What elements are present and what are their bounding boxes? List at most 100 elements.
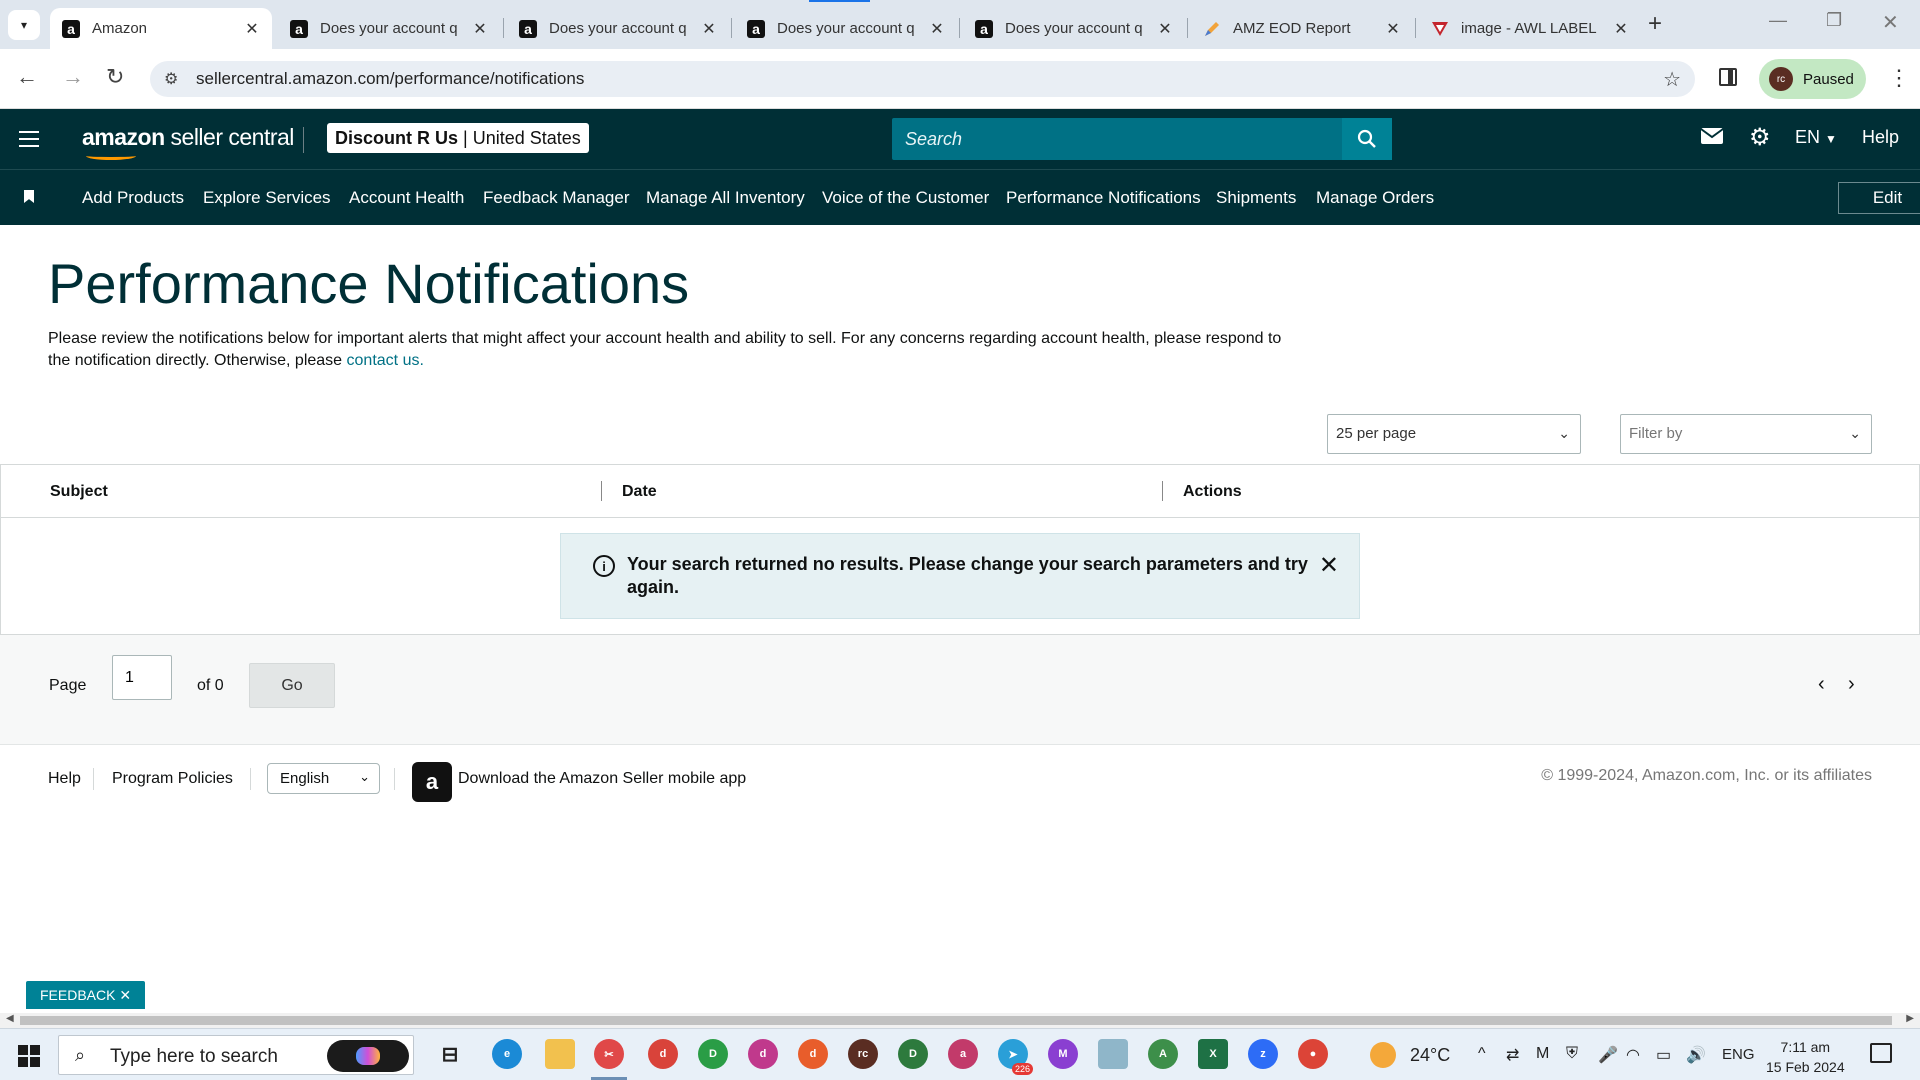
tab-search-button[interactable]: ▾ <box>8 10 40 40</box>
bookmark-star-icon[interactable]: ☆ <box>1663 67 1681 92</box>
volume-icon[interactable]: 🔊 <box>1686 1045 1706 1065</box>
previous-page-icon[interactable]: ‹ <box>1818 673 1825 696</box>
side-panel-icon[interactable] <box>1719 68 1737 86</box>
nav-shipments[interactable]: Shipments <box>1216 188 1296 208</box>
tab-amazon[interactable]: a Amazon ✕ <box>50 8 272 49</box>
new-tab-icon[interactable]: + <box>1648 10 1662 38</box>
next-page-icon[interactable]: › <box>1848 673 1855 696</box>
column-actions[interactable]: Actions <box>1183 483 1242 501</box>
help-link[interactable]: Help <box>1862 127 1899 148</box>
footer-language-select[interactable]: English ⌄ <box>267 763 380 794</box>
chrome-profile-icon[interactable]: d <box>798 1039 828 1069</box>
battery-icon[interactable]: ▭ <box>1656 1045 1671 1065</box>
tab-does-your-account-3[interactable]: a Does your account q ✕ <box>735 8 957 49</box>
close-tab-icon[interactable]: ✕ <box>925 19 949 39</box>
store-switcher[interactable]: Discount R Us | United States <box>327 123 589 153</box>
tab-does-your-account-2[interactable]: a Does your account q ✕ <box>507 8 729 49</box>
chrome-profile-icon[interactable]: a <box>948 1039 978 1069</box>
seller-app-icon[interactable]: a <box>412 762 452 802</box>
search-button[interactable] <box>1342 118 1392 160</box>
app-icon[interactable] <box>1098 1039 1128 1069</box>
hamburger-menu-icon[interactable] <box>19 131 39 147</box>
close-tab-icon[interactable]: ✕ <box>697 19 721 39</box>
scroll-left-icon[interactable]: ◀ <box>6 1013 14 1024</box>
mail-icon[interactable] <box>1700 125 1724 151</box>
profile-button[interactable]: rc Paused <box>1759 59 1866 99</box>
scrollbar-thumb[interactable] <box>20 1016 1892 1025</box>
gmail-icon[interactable]: M <box>1536 1045 1549 1063</box>
page-number-input[interactable] <box>112 655 172 700</box>
search-input[interactable]: Search <box>892 118 1392 160</box>
column-divider[interactable] <box>1162 481 1163 501</box>
snipping-tool-icon[interactable]: ✂ <box>594 1039 624 1069</box>
task-view-icon[interactable]: ⊟ <box>435 1039 465 1069</box>
back-icon[interactable]: ← <box>16 64 38 90</box>
close-tab-icon[interactable]: ✕ <box>1153 19 1177 39</box>
column-divider[interactable] <box>601 481 602 501</box>
edge-icon[interactable]: e <box>492 1039 522 1069</box>
download-app-link[interactable]: Download the Amazon Seller mobile app <box>458 770 746 788</box>
chrome-profile-icon[interactable]: d <box>748 1039 778 1069</box>
close-icon[interactable]: ✕ <box>1319 551 1339 580</box>
close-tab-icon[interactable]: ✕ <box>468 19 492 39</box>
nav-feedback-manager[interactable]: Feedback Manager <box>483 188 629 208</box>
notification-center-icon[interactable] <box>1870 1043 1892 1063</box>
microphone-icon[interactable]: 🎤 <box>1598 1045 1618 1065</box>
url-field[interactable]: ⚙ sellercentral.amazon.com/performance/n… <box>150 61 1695 97</box>
filter-by-select[interactable]: Filter by ⌄ <box>1620 414 1872 454</box>
chrome-profile-icon[interactable]: D <box>898 1039 928 1069</box>
contact-us-link[interactable]: contact us. <box>347 352 424 369</box>
minimize-icon[interactable]: — <box>1769 10 1787 31</box>
chrome-profile-icon[interactable]: A <box>1148 1039 1178 1069</box>
security-icon[interactable]: ⛨ <box>1566 1045 1578 1063</box>
nav-explore-services[interactable]: Explore Services <box>203 188 331 208</box>
tab-does-your-account-1[interactable]: a Does your account q ✕ <box>278 8 500 49</box>
seller-central-logo[interactable]: amazon seller central <box>82 124 294 151</box>
reload-icon[interactable]: ↻ <box>106 64 124 90</box>
feedback-button[interactable]: FEEDBACK ✕ <box>26 981 146 1009</box>
temperature[interactable]: 24°C <box>1410 1045 1450 1066</box>
tab-amz-eod-report[interactable]: AMZ EOD Report ✕ <box>1191 8 1413 49</box>
wifi-icon[interactable]: ◠ <box>1626 1045 1640 1065</box>
close-tab-icon[interactable]: ✕ <box>1609 19 1633 39</box>
taskbar-search-input[interactable]: ⌕ Type here to search <box>58 1035 414 1075</box>
weather-icon[interactable] <box>1370 1042 1396 1068</box>
tab-does-your-account-4[interactable]: a Does your account q ✕ <box>963 8 1185 49</box>
column-subject[interactable]: Subject <box>50 483 108 501</box>
nav-add-products[interactable]: Add Products <box>82 188 184 208</box>
file-explorer-icon[interactable] <box>545 1039 575 1069</box>
site-settings-icon[interactable]: ⚙ <box>164 69 178 89</box>
language-selector[interactable]: EN ▼ <box>1795 127 1837 148</box>
restore-icon[interactable]: ❐ <box>1826 10 1842 31</box>
zoom-icon[interactable]: z <box>1248 1039 1278 1069</box>
close-tab-icon[interactable]: ✕ <box>240 19 264 39</box>
close-tab-icon[interactable]: ✕ <box>1381 19 1405 39</box>
settings-gear-icon[interactable]: ⚙ <box>1749 123 1771 152</box>
nav-voice-of-the-customer[interactable]: Voice of the Customer <box>822 188 989 208</box>
tab-image-awl-label[interactable]: image - AWL LABEL ✕ <box>1419 8 1641 49</box>
chrome-profile-icon[interactable]: M <box>1048 1039 1078 1069</box>
nav-manage-all-inventory[interactable]: Manage All Inventory <box>646 188 805 208</box>
chrome-profile-icon[interactable]: d <box>648 1039 678 1069</box>
excel-icon[interactable]: X <box>1198 1039 1228 1069</box>
chrome-icon[interactable]: ● <box>1298 1039 1328 1069</box>
chrome-profile-icon[interactable]: D <box>698 1039 728 1069</box>
horizontal-scrollbar[interactable]: ◀ ▶ <box>0 1013 1920 1028</box>
footer-help-link[interactable]: Help <box>48 770 81 788</box>
chrome-profile-icon[interactable]: rc <box>848 1039 878 1069</box>
program-policies-link[interactable]: Program Policies <box>112 770 233 788</box>
nav-manage-orders[interactable]: Manage Orders <box>1316 188 1434 208</box>
go-button[interactable]: Go <box>249 663 335 708</box>
url-text[interactable]: sellercentral.amazon.com/performance/not… <box>196 69 584 89</box>
scroll-right-icon[interactable]: ▶ <box>1906 1013 1914 1024</box>
nav-account-health[interactable]: Account Health <box>349 188 464 208</box>
per-page-select[interactable]: 25 per page ⌄ <box>1327 414 1581 454</box>
bookmark-icon[interactable] <box>24 190 34 203</box>
edit-nav-button[interactable]: Edit <box>1838 182 1920 214</box>
nav-performance-notifications[interactable]: Performance Notifications <box>1006 188 1201 208</box>
windows-start-icon[interactable] <box>18 1045 40 1067</box>
input-language[interactable]: ENG <box>1722 1046 1755 1063</box>
clock[interactable]: 7:11 am 15 Feb 2024 <box>1766 1037 1845 1077</box>
copilot-icon[interactable] <box>327 1040 409 1072</box>
column-date[interactable]: Date <box>622 483 657 501</box>
